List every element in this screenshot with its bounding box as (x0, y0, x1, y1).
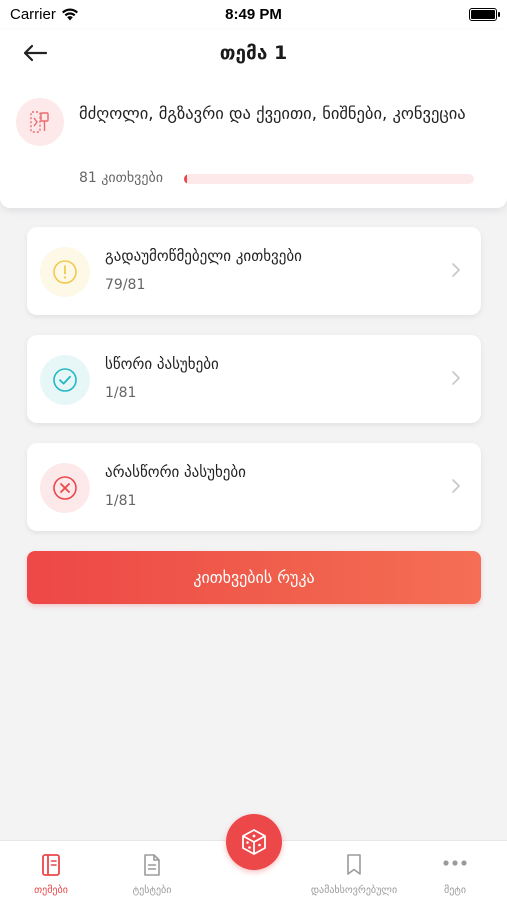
topic-question-count: 81 კითხვები (79, 170, 163, 186)
page-title: თემა 1 (219, 42, 288, 64)
questions-map-button[interactable]: კითხვების რუკა (27, 551, 481, 604)
check-circle-icon (40, 355, 90, 405)
incorrect-answers-card[interactable]: არასწორი პასუხები 1/81 (27, 443, 481, 531)
tab-more[interactable]: მეტი (410, 841, 500, 900)
tab-saved[interactable]: დამახსოვრებული (309, 841, 399, 900)
tab-label: დამახსოვრებული (310, 885, 398, 896)
stat-value: 1/81 (105, 385, 137, 401)
dice-icon (242, 829, 266, 855)
bookmark-icon (347, 854, 361, 875)
topic-progress-bar (184, 174, 474, 184)
stat-label: არასწორი პასუხები (105, 463, 246, 481)
exclamation-circle-icon (40, 247, 90, 297)
stat-value: 1/81 (105, 493, 137, 509)
stat-label: სწორი პასუხები (105, 355, 219, 373)
stat-value: 79/81 (105, 277, 146, 293)
status-time: 8:49 PM (225, 6, 282, 23)
chevron-right-icon (452, 479, 460, 493)
status-bar: Carrier 8:49 PM (0, 0, 507, 30)
topic-progress-fill (184, 174, 188, 184)
unchecked-questions-card[interactable]: გადაუმოწმებელი კითხვები 79/81 (27, 227, 481, 315)
battery-icon (469, 8, 500, 21)
tab-topics[interactable]: თემები (6, 841, 96, 900)
correct-answers-card[interactable]: სწორი პასუხები 1/81 (27, 335, 481, 423)
more-dots-icon (443, 860, 467, 866)
road-signs-icon (16, 98, 64, 146)
topic-header-card: თემა 1 მძღოლი, მგზავრი და ქვეითი, ნიშნებ… (0, 30, 507, 208)
tab-tests[interactable]: ტესტები (107, 841, 197, 900)
chevron-right-icon (452, 371, 460, 385)
random-test-button[interactable] (226, 814, 282, 870)
tab-label: თემები (34, 885, 68, 896)
document-icon (144, 854, 160, 876)
x-circle-icon (40, 463, 90, 513)
tab-label: ტესტები (132, 885, 172, 896)
tab-label: მეტი (443, 885, 467, 896)
chevron-right-icon (452, 263, 460, 277)
topic-title: მძღოლი, მგზავრი და ქვეითი, ნიშნები, კონვ… (79, 104, 466, 123)
stat-label: გადაუმოწმებელი კითხვები (105, 247, 302, 265)
book-icon (42, 854, 60, 876)
